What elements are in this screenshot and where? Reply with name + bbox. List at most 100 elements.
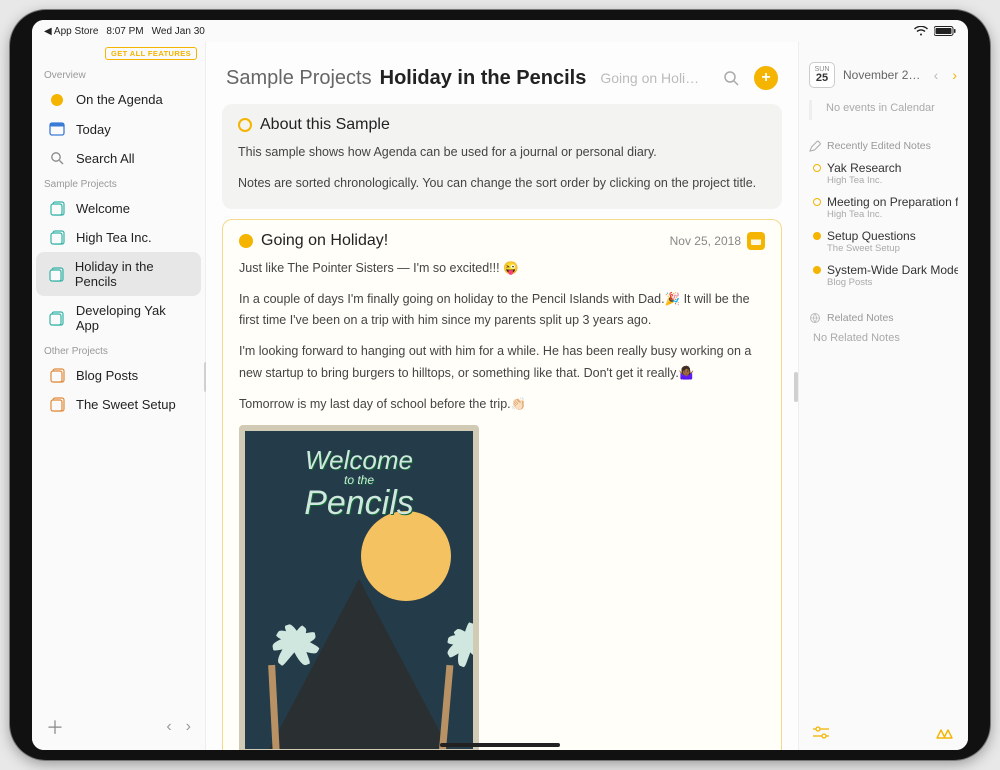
scroll-indicator[interactable]	[794, 372, 798, 402]
rightbar-footer	[799, 716, 968, 750]
sidebar-footer: ＋ ‹ ›	[32, 706, 205, 750]
calendar-header: SUN 25 November 20… ‹ ›	[799, 42, 968, 96]
nav-developing-yak[interactable]: Developing Yak App	[36, 296, 201, 340]
item-title: Meeting on Preparation f…	[827, 195, 958, 209]
nav-blog-posts[interactable]: Blog Posts	[36, 361, 201, 390]
nav-label: Welcome	[76, 201, 130, 216]
related-section-header: Related Notes	[799, 308, 968, 328]
section-overview-label: Overview	[32, 64, 205, 85]
item-title: Yak Research	[827, 161, 901, 175]
tags-button[interactable]	[934, 726, 954, 740]
nav-label: Holiday in the Pencils	[75, 259, 191, 289]
project-icon	[48, 311, 66, 326]
card-text: Just like The Pointer Sisters — I'm so e…	[239, 258, 765, 279]
status-right	[914, 26, 956, 36]
agenda-ring-icon	[238, 118, 252, 132]
ipad-frame: ◀ App Store 8:07 PM Wed Jan 30 GET ALL F…	[10, 10, 990, 760]
battery-icon	[934, 26, 956, 36]
nav-label: The Sweet Setup	[76, 397, 176, 412]
nav-label: Developing Yak App	[76, 303, 191, 333]
main-content: Sample Projects Holiday in the Pencils G…	[206, 42, 798, 750]
screen: ◀ App Store 8:07 PM Wed Jan 30 GET ALL F…	[32, 20, 968, 750]
status-time: 8:07 PM	[106, 26, 143, 37]
recent-item[interactable]: Yak Research High Tea Inc.	[799, 156, 968, 190]
agenda-dot-icon	[239, 234, 253, 248]
item-subtitle: The Sweet Setup	[813, 243, 958, 254]
holiday-card[interactable]: Going on Holiday! Nov 25, 2018 Just like…	[222, 219, 782, 751]
nav-today[interactable]: Today	[36, 114, 201, 144]
calendar-icon	[48, 121, 66, 137]
date-text: Nov 25, 2018	[670, 234, 741, 248]
add-note-button[interactable]: +	[754, 66, 778, 90]
nav-label: On the Agenda	[76, 92, 163, 107]
nav-label: Today	[76, 122, 111, 137]
card-title: Going on Holiday!	[261, 232, 388, 250]
no-events-label: No events in Calendar	[809, 100, 968, 120]
status-bar: ◀ App Store 8:07 PM Wed Jan 30	[32, 20, 968, 42]
nav-welcome[interactable]: Welcome	[36, 194, 201, 223]
month-label[interactable]: November 20…	[843, 68, 923, 82]
recent-item[interactable]: Meeting on Preparation f… High Tea Inc.	[799, 190, 968, 224]
nav-on-the-agenda[interactable]: On the Agenda	[36, 85, 201, 114]
recent-item[interactable]: System-Wide Dark Mode… Blog Posts	[799, 258, 968, 292]
home-indicator[interactable]	[440, 743, 560, 747]
agenda-dot-icon	[48, 94, 66, 106]
search-icon	[48, 151, 66, 166]
get-features-button[interactable]: GET ALL FEATURES	[105, 47, 197, 60]
sliders-button[interactable]	[813, 726, 829, 740]
nav-search-all[interactable]: Search All	[36, 144, 201, 173]
back-to-app-link[interactable]: ◀ App Store	[44, 26, 98, 37]
postcard-image: Welcome to the Pencils	[239, 425, 479, 750]
project-icon	[48, 230, 66, 245]
item-subtitle: High Tea Inc.	[813, 175, 958, 186]
app-body: GET ALL FEATURES Overview On the Agenda …	[32, 42, 968, 750]
card-text: Tomorrow is my last day of school before…	[239, 394, 765, 415]
ring-bullet-icon	[813, 198, 821, 206]
postcard-title: Welcome to the Pencils	[245, 447, 473, 520]
status-left: ◀ App Store 8:07 PM Wed Jan 30	[44, 26, 205, 37]
nav-holiday-pencils[interactable]: Holiday in the Pencils	[36, 252, 201, 296]
item-title: System-Wide Dark Mode…	[827, 263, 958, 277]
project-icon	[48, 267, 65, 282]
nav-label: Search All	[76, 151, 135, 166]
add-button[interactable]: ＋	[46, 714, 64, 740]
card-text: In a couple of days I'm finally going on…	[239, 289, 765, 332]
recent-item[interactable]: Setup Questions The Sweet Setup	[799, 224, 968, 258]
search-button[interactable]	[723, 70, 740, 87]
ring-bullet-icon	[813, 164, 821, 172]
fill-bullet-icon	[813, 266, 821, 274]
card-text: Notes are sorted chronologically. You ca…	[238, 173, 766, 194]
prev-button[interactable]: ‹	[166, 718, 171, 736]
left-sidebar: GET ALL FEATURES Overview On the Agenda …	[32, 42, 206, 750]
nav-high-tea[interactable]: High Tea Inc.	[36, 223, 201, 252]
status-date: Wed Jan 30	[152, 26, 205, 37]
next-button[interactable]: ›	[186, 718, 191, 736]
card-text: This sample shows how Agenda can be used…	[238, 142, 766, 163]
item-subtitle: High Tea Inc.	[813, 209, 958, 220]
breadcrumb-title[interactable]: Holiday in the Pencils	[380, 67, 587, 90]
cal-day-number: 25	[816, 73, 828, 84]
nav-label: Blog Posts	[76, 368, 138, 383]
no-related-label: No Related Notes	[799, 328, 968, 348]
section-other-label: Other Projects	[32, 340, 205, 361]
recent-section-header: Recently Edited Notes	[799, 136, 968, 156]
cal-prev-button[interactable]: ‹	[931, 67, 942, 83]
cal-next-button[interactable]: ›	[949, 67, 960, 83]
card-date[interactable]: Nov 25, 2018	[670, 232, 765, 250]
main-header: Sample Projects Holiday in the Pencils G…	[206, 42, 798, 104]
wifi-icon	[914, 26, 928, 36]
pencil-icon	[809, 140, 821, 152]
link-icon	[809, 312, 821, 324]
about-card[interactable]: About this Sample This sample shows how …	[222, 104, 782, 209]
section-sample-label: Sample Projects	[32, 173, 205, 194]
breadcrumb-subtitle[interactable]: Going on Holi…	[600, 70, 699, 86]
nav-sweet-setup[interactable]: The Sweet Setup	[36, 390, 201, 419]
calendar-chip-icon	[747, 232, 765, 250]
item-subtitle: Blog Posts	[813, 277, 958, 288]
nav-label: High Tea Inc.	[76, 230, 152, 245]
project-icon	[48, 397, 66, 412]
mini-calendar-icon[interactable]: SUN 25	[809, 62, 835, 88]
breadcrumb-parent[interactable]: Sample Projects	[226, 67, 372, 90]
card-title: About this Sample	[260, 116, 390, 134]
project-icon	[48, 368, 66, 383]
